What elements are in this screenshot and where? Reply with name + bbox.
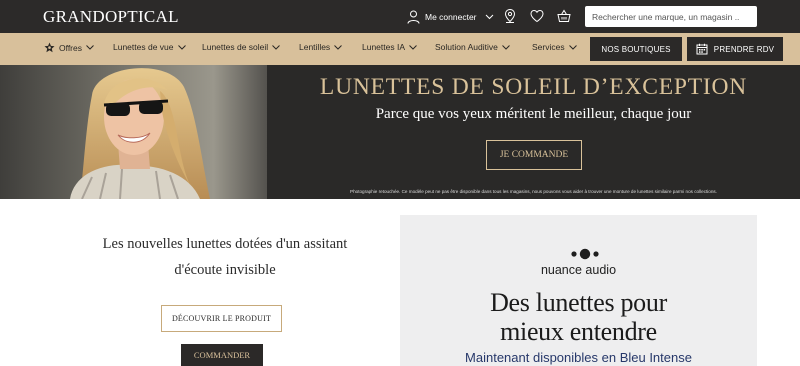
account-label: Me connecter <box>425 12 477 22</box>
appointment-label: PRENDRE RDV <box>713 44 775 54</box>
map-pin-icon[interactable] <box>502 8 518 24</box>
order-button[interactable]: COMMANDER <box>181 344 263 366</box>
heart-icon[interactable] <box>529 8 545 24</box>
nav-item-services[interactable]: Services <box>532 42 577 52</box>
woman-sunglasses-illustration <box>0 65 267 199</box>
nav-item-solution-auditive[interactable]: Solution Auditive <box>435 42 510 52</box>
nav-item-lunettes-de-soleil[interactable]: Lunettes de soleil <box>202 42 281 52</box>
chevron-down-icon <box>568 44 577 50</box>
hero-title: LUNETTES DE SOLEIL D’EXCEPTION <box>319 74 748 100</box>
order-now-button[interactable]: JE COMMANDE <box>486 140 582 170</box>
nav-item-offres[interactable]: Offres <box>44 42 94 53</box>
chevron-down-icon <box>409 44 417 50</box>
hero-subtitle: Parce que vos yeux méritent le meilleur,… <box>375 106 692 122</box>
promo-title-line: Les nouvelles lunettes dotées d'un assit… <box>102 236 348 252</box>
nav-label: Lentilles <box>299 42 331 52</box>
nav-label: Lunettes de vue <box>113 42 174 52</box>
ad-headline: Des lunettes pour mieux entendre <box>400 288 757 346</box>
nuance-audio-logo-icon <box>571 248 599 260</box>
basket-icon[interactable] <box>556 8 572 24</box>
promo-title: Les nouvelles lunettes dotées d'un assit… <box>70 231 380 283</box>
ad-headline-line: Des lunettes pour <box>490 288 667 317</box>
top-bar: GRANDOPTICAL Me connecter <box>0 0 800 33</box>
account-menu[interactable]: Me connecter <box>407 8 494 26</box>
calendar-icon <box>696 43 708 55</box>
nav-item-lunettes-ia[interactable]: Lunettes IA <box>362 42 417 52</box>
chevron-down-icon <box>272 44 281 50</box>
discover-product-button[interactable]: DÉCOUVRIR LE PRODUIT <box>161 305 282 332</box>
nav-item-lentilles[interactable]: Lentilles <box>299 42 343 52</box>
chevron-down-icon <box>485 14 493 20</box>
nav-label: Offres <box>59 42 82 53</box>
ad-subline: Maintenant disponibles en Bleu Intense <box>465 350 692 365</box>
search-input[interactable] <box>585 6 757 27</box>
nav-label: Services <box>532 42 565 52</box>
hero-disclaimer: Photographie retouchée. Ce modèle peut n… <box>350 189 717 194</box>
chevron-down-icon <box>86 45 94 50</box>
appointment-button[interactable]: PRENDRE RDV <box>687 37 783 61</box>
main-nav: Offres Lunettes de vue Lunettes de solei… <box>0 33 800 65</box>
logo[interactable]: GRANDOPTICAL <box>43 7 179 27</box>
ad-headline-line: mieux entendre <box>500 317 657 346</box>
nav-label: Lunettes IA <box>362 42 406 52</box>
nav-label: Lunettes de soleil <box>202 42 269 52</box>
stores-button[interactable]: NOS BOUTIQUES <box>590 37 682 61</box>
hero-photo <box>0 65 267 199</box>
user-icon <box>407 10 420 24</box>
nav-item-lunettes-de-vue[interactable]: Lunettes de vue <box>113 42 186 52</box>
promo-title-line: d'écoute invisible <box>174 262 276 278</box>
nuance-audio-ad[interactable]: nuance audio Des lunettes pour mieux ent… <box>400 215 757 366</box>
chevron-down-icon <box>502 44 510 50</box>
star-badge-icon <box>44 42 55 53</box>
chevron-down-icon <box>334 44 343 50</box>
ad-brand: nuance audio <box>540 263 617 277</box>
hero-banner: LUNETTES DE SOLEIL D’EXCEPTION Parce que… <box>0 65 800 199</box>
chevron-down-icon <box>177 44 186 50</box>
nav-label: Solution Auditive <box>435 42 498 52</box>
